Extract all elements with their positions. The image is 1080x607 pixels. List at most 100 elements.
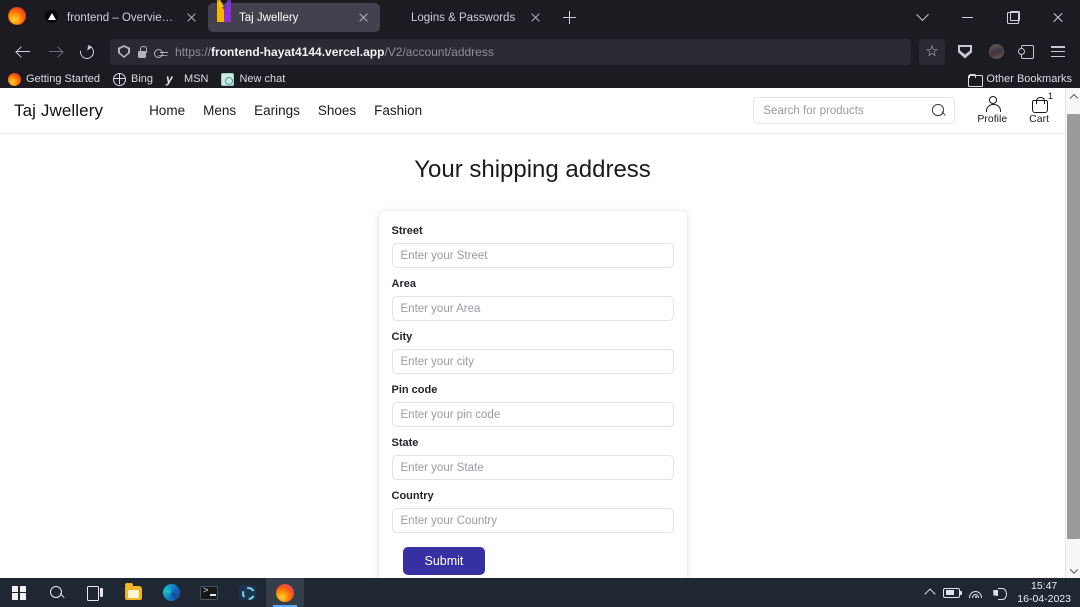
scroll-down-button[interactable] bbox=[1066, 563, 1080, 578]
field-state: State bbox=[391, 437, 674, 480]
toolbar-right-icons bbox=[947, 38, 1072, 66]
maximize-button[interactable] bbox=[990, 0, 1035, 35]
close-window-button[interactable] bbox=[1035, 0, 1080, 35]
bing-globe-icon bbox=[113, 72, 126, 86]
bookmark-getting-started[interactable]: Getting Started bbox=[8, 72, 100, 86]
taskbar-items bbox=[0, 578, 304, 607]
new-tab-button[interactable] bbox=[556, 5, 582, 31]
page-scrollbar[interactable] bbox=[1065, 88, 1080, 578]
nav-item-earings[interactable]: Earings bbox=[254, 103, 300, 118]
label-pin-code: Pin code bbox=[391, 384, 438, 396]
nav-item-home[interactable]: Home bbox=[149, 103, 185, 118]
lock-icon[interactable] bbox=[137, 45, 147, 58]
taj-jwellery-icon bbox=[217, 0, 232, 25]
star-icon: ☆ bbox=[925, 43, 939, 60]
tab-taj-jwellery[interactable]: Taj Jwellery bbox=[208, 0, 380, 32]
site-brand[interactable]: Taj Jwellery bbox=[14, 101, 103, 121]
taskbar-search-button[interactable] bbox=[38, 578, 76, 607]
address-bar[interactable]: https://frontend-hayat4144.vercel.app/V2… bbox=[110, 38, 911, 65]
chevron-up-icon[interactable] bbox=[924, 588, 936, 600]
url-text: https://frontend-hayat4144.vercel.app/V2… bbox=[175, 44, 494, 59]
scrollbar-thumb[interactable] bbox=[1067, 114, 1080, 539]
reload-icon bbox=[77, 41, 97, 62]
battery-icon[interactable] bbox=[943, 587, 963, 598]
terminal-icon bbox=[200, 585, 218, 600]
close-icon[interactable] bbox=[184, 10, 199, 25]
system-tray: 15:47 16-04-2023 bbox=[924, 580, 1080, 606]
city-input[interactable] bbox=[391, 349, 674, 374]
search-icon[interactable] bbox=[932, 104, 945, 117]
label-street: Street bbox=[391, 225, 423, 237]
taskbar-file-explorer[interactable] bbox=[114, 578, 152, 607]
chevron-down-icon bbox=[916, 8, 929, 22]
site-nav: Home Mens Earings Shoes Fashion bbox=[149, 103, 422, 118]
tab-frontend-overview-vercel[interactable]: frontend – Overview - Vercel bbox=[36, 3, 208, 32]
profile-label: Profile bbox=[977, 113, 1008, 125]
vercel-triangle-icon bbox=[45, 10, 60, 25]
pocket-button[interactable] bbox=[951, 38, 979, 66]
volume-icon[interactable] bbox=[993, 586, 1008, 600]
bookmark-star-button[interactable]: ☆ bbox=[919, 38, 945, 65]
clock[interactable]: 15:47 16-04-2023 bbox=[1017, 580, 1071, 606]
minimize-button[interactable] bbox=[945, 0, 990, 35]
pin-code-input[interactable] bbox=[391, 402, 674, 427]
task-view-button[interactable] bbox=[76, 578, 114, 607]
bookmark-label: New chat bbox=[239, 73, 286, 85]
taskbar-terminal[interactable] bbox=[190, 578, 228, 607]
wifi-icon[interactable] bbox=[969, 587, 984, 599]
header-right: Profile 1 Cart bbox=[753, 91, 1053, 125]
label-city: City bbox=[391, 331, 413, 343]
hamburger-menu-icon bbox=[1051, 46, 1065, 58]
search-icon bbox=[50, 585, 64, 600]
bookmarks-toolbar: Getting Started Bing y MSN New chat Othe… bbox=[0, 68, 1080, 90]
country-input[interactable] bbox=[391, 508, 674, 533]
bookmark-label: Bing bbox=[131, 73, 154, 85]
taskbar-microsoft-edge[interactable] bbox=[152, 578, 190, 607]
close-icon[interactable] bbox=[356, 10, 371, 25]
close-icon[interactable] bbox=[528, 10, 543, 25]
extensions-button[interactable] bbox=[1013, 38, 1041, 66]
taskbar-settings[interactable] bbox=[228, 578, 266, 607]
product-search-box[interactable] bbox=[753, 97, 956, 124]
start-button[interactable] bbox=[0, 578, 38, 607]
web-page: Taj Jwellery Home Mens Earings Shoes Fas… bbox=[0, 88, 1065, 578]
bookmark-bing[interactable]: Bing bbox=[113, 72, 154, 86]
search-input[interactable] bbox=[763, 104, 933, 117]
other-bookmarks-button[interactable]: Other Bookmarks bbox=[968, 73, 1072, 87]
firefox-icon bbox=[8, 72, 21, 86]
label-state: State bbox=[391, 437, 419, 449]
account-button[interactable] bbox=[982, 38, 1010, 66]
cart-button[interactable]: 1 Cart bbox=[1029, 91, 1053, 125]
bookmark-msn[interactable]: y MSN bbox=[166, 72, 208, 86]
field-country: Country bbox=[391, 490, 674, 533]
submit-button[interactable]: Submit bbox=[402, 547, 486, 575]
taskbar-firefox[interactable] bbox=[266, 578, 304, 607]
tab-strip: frontend – Overview - Vercel Taj Jweller… bbox=[0, 0, 1080, 35]
back-button[interactable] bbox=[8, 38, 38, 66]
bookmark-new-chat[interactable]: New chat bbox=[221, 72, 286, 86]
field-city: City bbox=[391, 331, 674, 374]
nav-item-shoes[interactable]: Shoes bbox=[318, 103, 356, 118]
firefox-icon bbox=[8, 6, 30, 29]
nav-item-mens[interactable]: Mens bbox=[203, 103, 236, 118]
page-title: Your shipping address bbox=[414, 156, 651, 183]
forward-button[interactable] bbox=[40, 38, 70, 66]
profile-button[interactable]: Profile bbox=[977, 96, 1007, 125]
windows-logo-icon bbox=[12, 585, 26, 600]
area-input[interactable] bbox=[391, 296, 674, 321]
scroll-up-button[interactable] bbox=[1066, 88, 1080, 103]
app-menu-button[interactable] bbox=[1044, 38, 1072, 66]
reload-button[interactable] bbox=[72, 38, 102, 66]
folder-icon bbox=[968, 73, 984, 87]
street-input[interactable] bbox=[391, 243, 674, 268]
state-input[interactable] bbox=[391, 455, 674, 480]
tracking-protection-shield-icon[interactable] bbox=[118, 45, 130, 58]
key-icon[interactable] bbox=[154, 46, 168, 58]
nav-item-fashion[interactable]: Fashion bbox=[374, 103, 422, 118]
list-all-tabs-button[interactable] bbox=[900, 0, 945, 35]
field-pin-code: Pin code bbox=[391, 384, 674, 427]
tab-logins-and-passwords[interactable]: Logins & Passwords bbox=[380, 3, 552, 32]
cart-badge: 1 bbox=[1047, 91, 1053, 101]
firefox-icon bbox=[276, 583, 294, 602]
field-street: Street bbox=[391, 225, 674, 268]
